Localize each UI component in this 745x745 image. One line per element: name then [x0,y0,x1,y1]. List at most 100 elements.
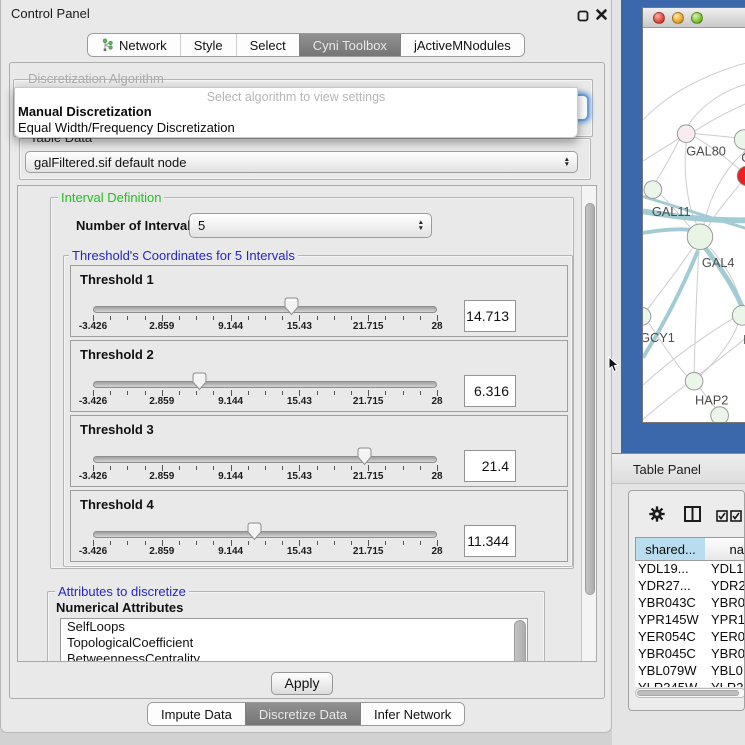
slider-tick [403,466,404,470]
table-row[interactable]: YER054CYER0 [635,629,745,646]
num-intervals-combobox[interactable]: 5 ▲▼ [189,213,432,238]
tab-infer-network[interactable]: Infer Network [360,703,464,725]
attributes-list-scrollbar[interactable] [514,620,526,662]
float-window-icon[interactable] [577,9,589,27]
slider-tick [334,316,335,320]
network-node-hap2[interactable] [685,372,703,390]
slider-tick [179,391,180,395]
network-edge [643,229,695,233]
slider-tick [385,541,386,545]
scrollpane-scrollbar-thumb[interactable] [585,203,595,595]
zoom-traffic-light-icon[interactable] [691,12,703,24]
tab-network[interactable]: Network [88,34,180,56]
slider-tick-label: 15.43 [287,396,312,407]
network-window-titlebar[interactable] [643,8,745,28]
network-node-gal11[interactable] [644,181,662,199]
tab-discretize-data[interactable]: Discretize Data [245,703,360,725]
table-data-combobox[interactable]: galFiltered.sif default node ▲▼ [25,151,578,173]
minimize-traffic-light-icon[interactable] [672,12,684,24]
attribute-item-selfloops[interactable]: SelfLoops [61,619,527,635]
network-node[interactable] [711,407,729,422]
slider-tick [403,391,404,395]
network-canvas[interactable]: GAL80GACGAL11GAL4GCY1HHAP2 [643,28,745,422]
split-columns-icon[interactable] [684,506,701,527]
table-row[interactable]: YPR145WYPR1 [635,612,745,629]
column-header-shared-name[interactable]: shared... [635,537,706,561]
apply-button[interactable]: Apply [271,672,333,695]
threshold-value-field[interactable]: 21.4 [464,450,516,482]
threshold-label: Threshold 3 [80,422,154,437]
slider-tick [265,466,266,470]
network-node-gal4[interactable] [687,224,713,250]
threshold-slider-track[interactable] [93,531,437,538]
table-row[interactable]: YBR045CYBR0 [635,646,745,663]
slider-tick [248,541,249,545]
table-panel-titlebar: Table Panel [612,453,745,484]
network-edge [643,139,678,162]
threshold-slider-thumb[interactable] [283,297,300,316]
table-row[interactable]: YDL19...YDL1 [635,561,745,578]
slider-tick [145,316,146,320]
network-node-gal80[interactable] [677,125,695,143]
network-node-ga[interactable] [734,130,745,150]
slider-tick [248,391,249,395]
attributes-group-title: Attributes to discretize [55,584,189,599]
gear-icon[interactable] [648,505,666,528]
attribute-item-betweennesscentrality[interactable]: BetweennessCentrality [61,651,527,662]
table-panel: shared... na YDL19...YDL1YDR27...YDR2YBR… [628,490,745,711]
slider-tick-label: 9.144 [218,396,243,407]
threshold-value-field[interactable]: 6.316 [464,375,516,407]
slider-tick [265,316,266,320]
numerical-attributes-heading: Numerical Attributes [56,600,183,615]
slider-tick [213,391,214,395]
network-node-gcy1[interactable] [643,308,651,326]
algorithm-prompt: Select algorithm to view settings [15,88,577,104]
threshold-slider-thumb[interactable] [191,372,208,391]
table-row[interactable]: YBL079WYBL0 [635,663,745,680]
tab-impute-data[interactable]: Impute Data [148,703,245,725]
table-horizontal-scrollbar-thumb[interactable] [637,690,739,696]
right-column: GAL80GACGAL11GAL4GCY1HHAP2 Table Panel s… [612,0,745,745]
threshold-slider-track[interactable] [93,381,437,388]
slider-tick [420,466,421,470]
slider-tick [213,466,214,470]
slider-tick [145,391,146,395]
table-row[interactable]: YDR27...YDR2 [635,578,745,595]
close-icon[interactable] [595,8,608,26]
algorithm-option-equal-width-frequency-discretization[interactable]: Equal Width/Frequency Discretization [15,120,577,136]
slider-tick-label: 2.859 [149,546,174,557]
slider-tick [248,316,249,320]
tab-style[interactable]: Style [180,34,236,56]
slider-tick [179,541,180,545]
checkbox-icon[interactable] [716,509,728,527]
tab-select[interactable]: Select [236,34,299,56]
threshold-slider-thumb[interactable] [356,447,373,466]
num-intervals-label: Number of Intervals [76,218,198,233]
slider-tick [420,316,421,320]
threshold-slider-track[interactable] [93,306,437,313]
threshold-slider-thumb[interactable] [246,522,263,541]
slider-tick [334,541,335,545]
checkbox-icon[interactable] [730,509,742,527]
algorithm-dropdown-popup: Select algorithm to view settings Manual… [14,87,578,138]
table-row[interactable]: YLR345WYLR3 [635,680,745,687]
tab-jactivemnodules[interactable]: jActiveMNodules [400,34,524,56]
table-row[interactable]: YBR043CYBR0 [635,595,745,612]
attribute-item-topologicalcoefficient[interactable]: TopologicalCoefficient [61,635,527,651]
threshold-value-field[interactable]: 14.713 [464,300,516,332]
slider-tick [351,466,352,470]
algorithm-option-manual-discretization[interactable]: Manual Discretization [15,104,577,120]
slider-tick [403,316,404,320]
column-header-name[interactable]: na [705,537,745,561]
tab-cyni-toolbox[interactable]: Cyni Toolbox [299,34,400,56]
threshold-value-field[interactable]: 11.344 [464,525,516,557]
slider-tick [196,466,197,470]
network-view-selected-frame: GAL80GACGAL11GAL4GCY1HHAP2 [621,0,745,453]
slider-tick [127,541,128,545]
scrollpane-scrollbar[interactable] [581,186,597,662]
close-traffic-light-icon[interactable] [653,12,665,24]
network-node-h[interactable] [732,306,745,326]
attributes-list[interactable]: SelfLoopsTopologicalCoefficientBetweenne… [60,618,528,662]
table-horizontal-scrollbar[interactable] [635,688,745,698]
threshold-slider-track[interactable] [93,456,437,463]
